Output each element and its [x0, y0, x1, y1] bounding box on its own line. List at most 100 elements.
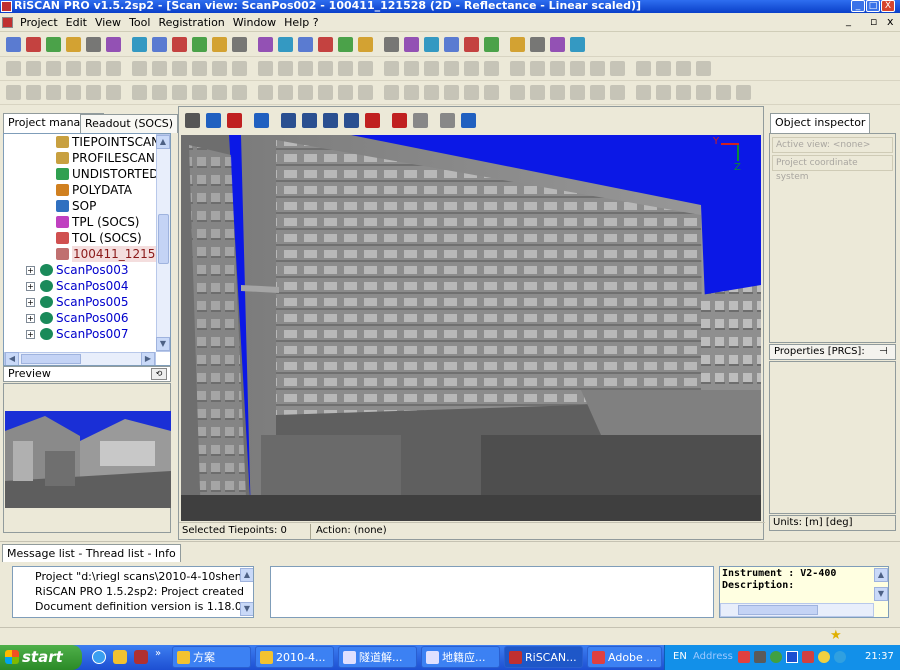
toolbar-button[interactable]	[338, 37, 353, 52]
toolbar-button[interactable]	[86, 85, 101, 100]
toolbar-button[interactable]	[66, 61, 81, 76]
tree-item[interactable]: + ScanPos007	[4, 326, 154, 342]
ie-icon[interactable]	[92, 650, 106, 664]
document-icon[interactable]	[2, 17, 13, 28]
menu-view[interactable]: View	[91, 14, 125, 32]
toolbar-button[interactable]	[464, 37, 479, 52]
tray-icon[interactable]	[802, 651, 814, 663]
toolbar-button[interactable]	[464, 85, 479, 100]
toolbar-button[interactable]	[404, 85, 419, 100]
toolbar-button[interactable]	[152, 37, 167, 52]
toolbar-button[interactable]	[384, 85, 399, 100]
app-quicklaunch-icon[interactable]	[134, 650, 148, 664]
toolbar-button[interactable]	[424, 37, 439, 52]
tab-readout-socs[interactable]: Readout (SOCS)	[80, 114, 179, 133]
taskbar-item[interactable]: Adobe ...	[587, 646, 662, 668]
network-icon[interactable]	[834, 651, 846, 663]
toolbar-button[interactable]	[570, 61, 585, 76]
tray-icon[interactable]	[738, 651, 750, 663]
toolbar-button[interactable]	[172, 37, 187, 52]
toolbar-button[interactable]	[298, 61, 313, 76]
toolbar-button[interactable]	[258, 37, 273, 52]
toolbar-button[interactable]	[530, 85, 545, 100]
toolbar-button[interactable]	[636, 61, 651, 76]
taskbar-item[interactable]: 地籍应...	[421, 646, 500, 668]
toolbar-button[interactable]	[318, 61, 333, 76]
volume-icon[interactable]	[818, 651, 830, 663]
tree-item[interactable]: POLYDATA	[4, 182, 154, 198]
language-indicator[interactable]: EN	[673, 651, 687, 662]
tree-item[interactable]: SOP	[4, 198, 154, 214]
tree-item[interactable]: + ScanPos003	[4, 262, 154, 278]
toolbar-button[interactable]	[106, 85, 121, 100]
toolbar-button[interactable]	[570, 37, 585, 52]
scan-image-viewport[interactable]: Y Z	[181, 135, 761, 521]
toolbar-button[interactable]	[172, 85, 187, 100]
toolbar-button[interactable]	[6, 85, 21, 100]
toolbar-button[interactable]	[46, 37, 61, 52]
maximize-button[interactable]: □	[866, 0, 880, 12]
menu-edit[interactable]: Edit	[62, 14, 91, 32]
toolbar-button[interactable]	[736, 85, 751, 100]
toolbar-button[interactable]	[86, 61, 101, 76]
explorer-icon[interactable]	[113, 650, 127, 664]
toolbar-button[interactable]	[278, 37, 293, 52]
scan-toolbar-button[interactable]	[323, 113, 338, 128]
toolbar-button[interactable]	[384, 61, 399, 76]
toolbar-button[interactable]	[192, 85, 207, 100]
scan-toolbar-button[interactable]	[413, 113, 428, 128]
menu-tool[interactable]: Tool	[125, 14, 154, 32]
toolbar-button[interactable]	[172, 61, 187, 76]
toolbar-button[interactable]	[464, 61, 479, 76]
preview-options-icon[interactable]: ⟲	[151, 368, 167, 380]
toolbar-button[interactable]	[696, 85, 711, 100]
menu-project[interactable]: Project	[16, 14, 62, 32]
toolbar-button[interactable]	[484, 37, 499, 52]
toolbar-button[interactable]	[66, 85, 81, 100]
toolbar-button[interactable]	[484, 61, 499, 76]
toolbar-button[interactable]	[258, 61, 273, 76]
toolbar-button[interactable]	[212, 61, 227, 76]
toolbar-button[interactable]	[46, 85, 61, 100]
inner-restore-button[interactable]: ▫	[870, 15, 877, 28]
tree-scroll-thumb[interactable]	[158, 214, 169, 264]
toolbar-button[interactable]	[298, 37, 313, 52]
toolbar-button[interactable]	[656, 61, 671, 76]
tree-item[interactable]: UNDISTORTED	[4, 166, 159, 182]
toolbar-button[interactable]	[510, 85, 525, 100]
toolbar-button[interactable]	[298, 85, 313, 100]
toolbar-button[interactable]	[26, 85, 41, 100]
toolbar-button[interactable]	[424, 85, 439, 100]
menu-registration[interactable]: Registration	[154, 14, 228, 32]
tab-message-list[interactable]: Message list - Thread list - Info	[2, 544, 181, 562]
toolbar-button[interactable]	[444, 85, 459, 100]
toolbar-button[interactable]	[26, 61, 41, 76]
expand-icon[interactable]: +	[26, 314, 35, 323]
toolbar-button[interactable]	[550, 61, 565, 76]
toolbar-button[interactable]	[152, 61, 167, 76]
tray-icon[interactable]	[786, 651, 798, 663]
tray-icon[interactable]	[770, 651, 782, 663]
expand-icon[interactable]: +	[26, 330, 35, 339]
toolbar-button[interactable]	[676, 61, 691, 76]
info-scroll-up-button[interactable]: ▲	[874, 568, 888, 582]
tree-scroll-left-button[interactable]: ◀	[5, 352, 19, 365]
tree-scroll-down-button[interactable]: ▼	[156, 337, 170, 351]
tree-item[interactable]: 100411_121528	[4, 246, 170, 262]
taskbar-item[interactable]: RiSCAN...	[504, 646, 583, 668]
tree-scroll-up-button[interactable]: ▲	[156, 135, 170, 149]
toolbar-button[interactable]	[424, 61, 439, 76]
toolbar-button[interactable]	[696, 61, 711, 76]
message-scroll-up-button[interactable]: ▲	[240, 568, 253, 582]
toolbar-button[interactable]	[132, 37, 147, 52]
scan-toolbar-button[interactable]	[344, 113, 359, 128]
toolbar-button[interactable]	[404, 61, 419, 76]
toolbar-button[interactable]	[636, 85, 651, 100]
tree-item[interactable]: + ScanPos006	[4, 310, 154, 326]
toolbar-button[interactable]	[278, 85, 293, 100]
tree-item[interactable]: TIEPOINTSCAN	[4, 134, 160, 150]
toolbar-button[interactable]	[278, 61, 293, 76]
expand-icon[interactable]: +	[26, 298, 35, 307]
toolbar-button[interactable]	[444, 61, 459, 76]
toolbar-button[interactable]	[716, 85, 731, 100]
